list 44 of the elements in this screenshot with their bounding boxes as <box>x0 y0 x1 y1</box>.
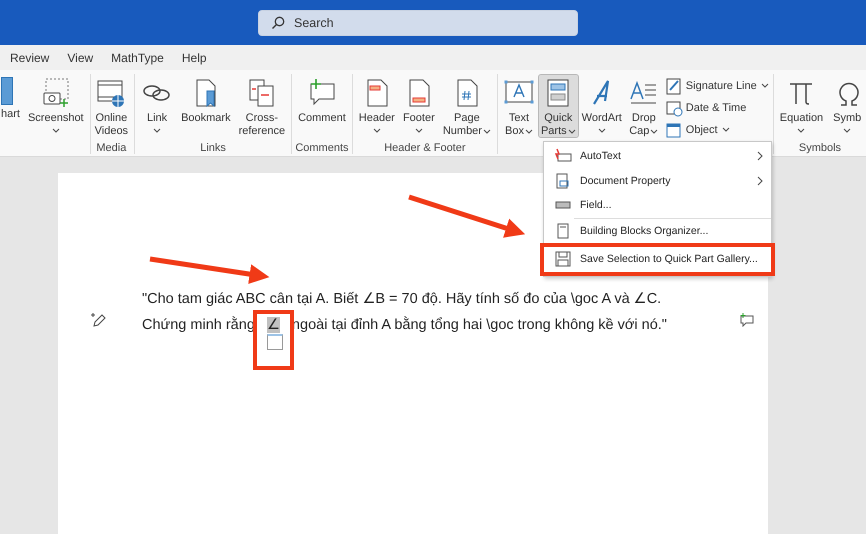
search-icon <box>271 16 285 30</box>
footer-button[interactable]: Footer <box>398 74 439 138</box>
menu-tab[interactable]: View <box>67 50 94 64</box>
group-label: Comments <box>295 142 349 154</box>
signature-icon <box>664 76 683 94</box>
link-button[interactable]: Link <box>137 74 178 138</box>
menu-item[interactable]: Building Blocks Organizer... <box>544 218 771 243</box>
datetime-icon <box>664 98 683 116</box>
menu-tab[interactable]: MathType <box>111 50 164 64</box>
symbol-button[interactable]: Symb <box>827 74 864 138</box>
textbox-button[interactable]: Text Box <box>500 74 538 138</box>
header-button[interactable]: Header <box>354 74 399 138</box>
crossref-button[interactable]: Cross- reference <box>234 74 290 138</box>
save-icon <box>554 250 572 268</box>
comment-button[interactable]: Comment <box>294 74 350 138</box>
group-label: Header & Footer <box>384 142 466 154</box>
input-box <box>266 334 283 350</box>
menu-tab[interactable]: Review <box>10 50 50 64</box>
chart-icon <box>1 77 13 105</box>
object-button[interactable]: Object <box>662 120 771 139</box>
menu-item[interactable]: Field... <box>544 193 771 218</box>
bookmark-button[interactable]: Bookmark <box>177 74 235 138</box>
group-label: Symbols <box>798 142 842 154</box>
menu-tab[interactable]: Help <box>182 50 207 64</box>
menu-item[interactable]: AutoText <box>544 144 771 168</box>
pagenumber-button[interactable]: Page Number <box>438 74 495 138</box>
pen-icon[interactable] <box>90 311 108 329</box>
datetime-button[interactable]: Date & Time <box>662 98 771 117</box>
highlight-frame <box>252 310 294 370</box>
signature-button[interactable]: Signature Line <box>662 76 771 95</box>
wordart-button[interactable]: WordArt <box>578 74 625 138</box>
equation-button[interactable]: Equation <box>776 74 828 138</box>
menu-item[interactable]: Document Property <box>544 168 771 193</box>
group-label: Media <box>96 142 126 154</box>
object-icon <box>664 120 683 138</box>
video-button[interactable]: Online Videos <box>90 74 132 138</box>
chart-button[interactable]: hart <box>0 74 24 138</box>
comment-icon[interactable] <box>739 313 755 327</box>
dropcap-button[interactable]: Drop Cap <box>624 74 663 138</box>
quickparts-button[interactable]: Quick Parts <box>538 74 579 138</box>
menu-item[interactable]: Save Selection to Quick Part Gallery... <box>544 247 771 272</box>
screenshot-button[interactable]: Screenshot <box>24 74 88 138</box>
group-label: Links <box>200 142 226 154</box>
search-field[interactable]: Search <box>258 10 578 36</box>
